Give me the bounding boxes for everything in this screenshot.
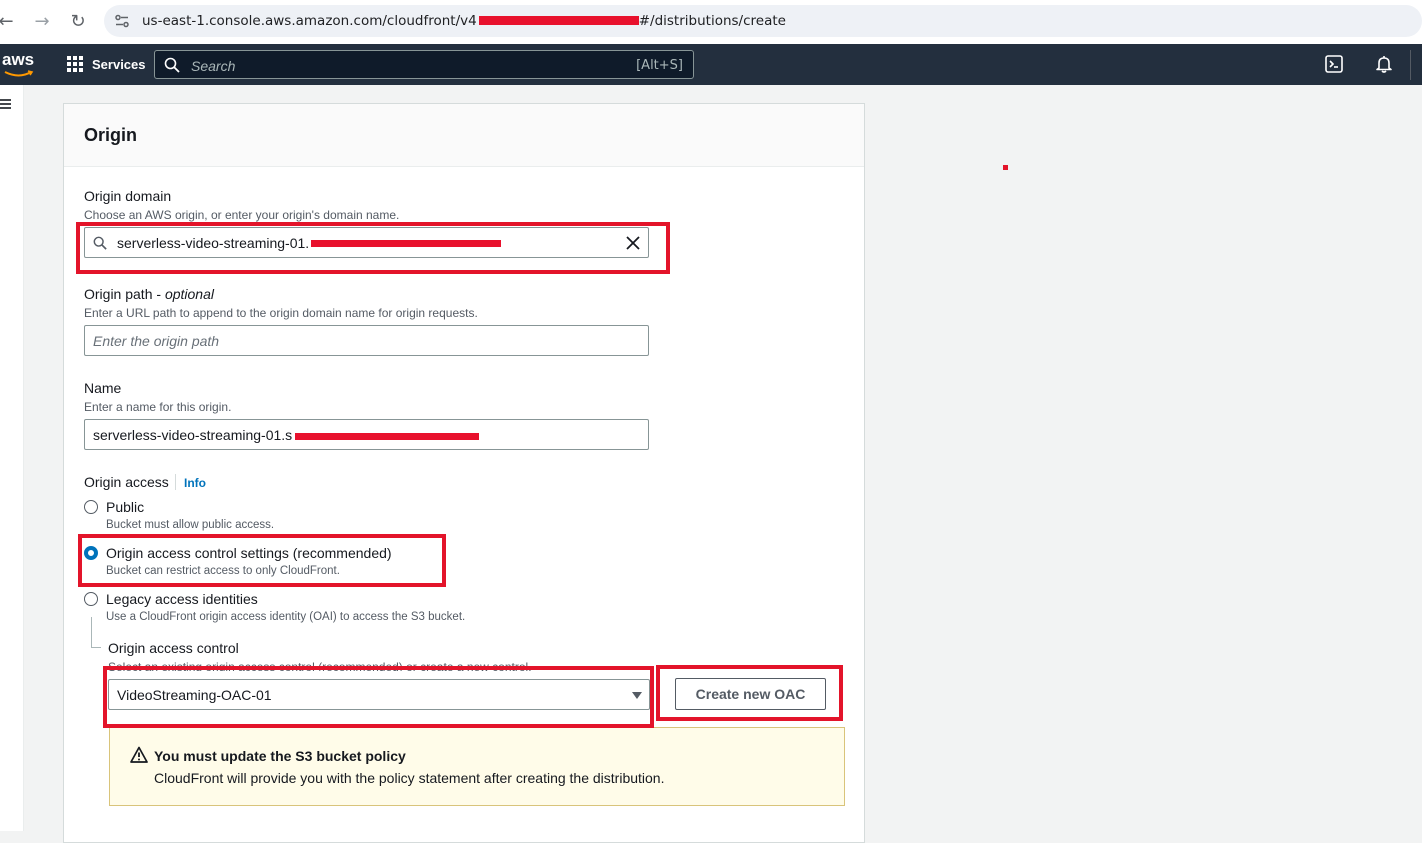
name-redaction (295, 433, 479, 440)
tree-connector-horizontal (91, 647, 101, 648)
origin-path-label-text: Origin path - (84, 286, 165, 302)
radio-public-description: Bucket must allow public access. (106, 519, 275, 531)
origin-path-label: Origin path - optional (84, 286, 214, 302)
origin-path-optional: optional (164, 286, 214, 302)
notifications-bell-icon[interactable] (1374, 54, 1394, 74)
browser-toolbar: ← → ↻ us-east-1.console.aws.amazon.com/c… (0, 0, 1422, 44)
warning-icon (130, 746, 148, 763)
radio-legacy-access-label[interactable]: Legacy access identities (106, 591, 258, 607)
radio-legacy-access-description: Use a CloudFront origin access identity … (106, 611, 466, 623)
url-suffix: #/distributions/create (638, 13, 786, 29)
aws-top-nav: aws Services Search [Alt+S] (0, 44, 1422, 85)
origin-access-control-select[interactable]: VideoStreaming-OAC-01 (108, 679, 650, 710)
reload-icon[interactable]: ↻ (66, 10, 90, 34)
warning-title: You must update the S3 bucket policy (154, 748, 406, 764)
aws-logo-text: aws (2, 50, 35, 69)
radio-legacy-access[interactable] (84, 592, 98, 606)
search-shortcut: [Alt+S] (636, 58, 683, 73)
search-placeholder: Search (191, 58, 236, 74)
aws-logo[interactable]: aws (2, 50, 38, 78)
name-value: serverless-video-streaming-01.s (93, 427, 293, 443)
services-label: Services (92, 56, 146, 72)
origin-access-control-value: VideoStreaming-OAC-01 (117, 687, 272, 703)
origin-path-placeholder: Enter the origin path (93, 333, 220, 349)
origin-domain-value: serverless-video-streaming-01. (117, 235, 310, 251)
annotation-dot (1003, 165, 1008, 170)
url-redaction (478, 15, 639, 25)
name-description: Enter a name for this origin. (84, 400, 232, 414)
radio-origin-access-control-label[interactable]: Origin access control settings (recommen… (106, 545, 392, 561)
origin-domain-redaction (311, 240, 501, 247)
origin-access-label: Origin access (84, 474, 169, 490)
search-icon (93, 236, 107, 250)
nav-divider (1410, 50, 1411, 80)
create-new-oac-button[interactable]: Create new OAC (675, 678, 826, 710)
origin-domain-input[interactable]: serverless-video-streaming-01. (84, 227, 649, 258)
origin-panel-title: Origin (84, 125, 137, 145)
radio-origin-access-control[interactable] (84, 546, 98, 560)
radio-public-label[interactable]: Public (106, 499, 144, 515)
services-menu-button[interactable]: Services (66, 54, 146, 74)
origin-access-control-description: Select an existing origin access control… (108, 660, 532, 671)
aws-smile-icon (4, 70, 34, 77)
origin-panel-header: Origin (64, 104, 864, 167)
origin-domain-description: Choose an AWS origin, or enter your orig… (84, 208, 400, 222)
clear-icon[interactable] (626, 236, 640, 250)
site-settings-icon[interactable] (114, 13, 130, 29)
name-input[interactable]: serverless-video-streaming-01.s (84, 419, 649, 450)
side-navigation-strip (0, 85, 24, 831)
address-bar[interactable]: us-east-1.console.aws.amazon.com/cloudfr… (104, 5, 1422, 37)
name-label: Name (84, 380, 122, 396)
forward-arrow-icon[interactable]: → (30, 10, 54, 34)
cloudshell-icon[interactable] (1324, 54, 1344, 74)
search-icon (164, 57, 180, 73)
origin-domain-label: Origin domain (84, 188, 172, 204)
origin-access-control-label: Origin access control (108, 640, 239, 656)
s3-bucket-policy-warning: You must update the S3 bucket policy Clo… (109, 727, 845, 806)
origin-path-input[interactable]: Enter the origin path (84, 325, 649, 356)
radio-origin-access-control-description: Bucket can restrict access to only Cloud… (106, 565, 340, 577)
warning-text: CloudFront will provide you with the pol… (154, 770, 665, 786)
radio-public[interactable] (84, 500, 98, 514)
origin-panel: Origin Origin domain Choose an AWS origi… (63, 103, 865, 843)
url-prefix: us-east-1.console.aws.amazon.com/cloudfr… (142, 13, 477, 29)
info-separator (175, 474, 176, 490)
back-arrow-icon[interactable]: ← (0, 10, 18, 34)
search-input[interactable]: Search [Alt+S] (154, 50, 694, 79)
url-text: us-east-1.console.aws.amazon.com/cloudfr… (142, 13, 786, 29)
menu-icon[interactable] (0, 98, 12, 110)
origin-access-info-link[interactable]: Info (184, 476, 206, 490)
tree-connector-vertical (91, 617, 92, 647)
grid-icon (67, 56, 83, 72)
origin-path-description: Enter a URL path to append to the origin… (84, 306, 478, 320)
caret-down-icon (632, 692, 642, 699)
